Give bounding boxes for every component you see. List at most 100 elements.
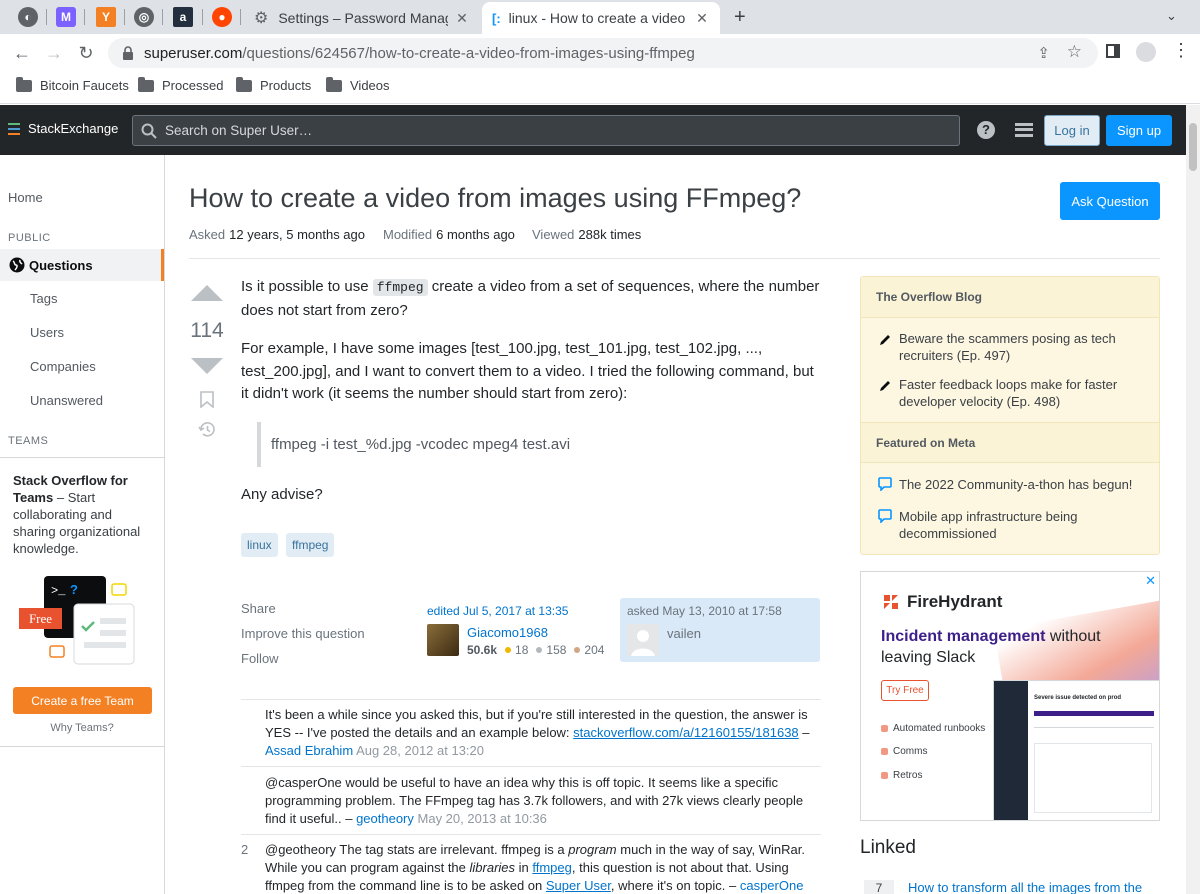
comment-link[interactable]: stackoverflow.com/a/12160155/181638 [573, 725, 799, 740]
upvote-arrow-icon[interactable] [191, 285, 223, 301]
reload-icon[interactable]: ↻ [74, 41, 98, 65]
address-bar[interactable]: superuser.com/questions/624567/how-to-cr… [108, 38, 1098, 68]
pinned-tab-reddit-icon[interactable]: ● [212, 7, 232, 27]
stackexchange-logo[interactable]: Stack Exchange [8, 121, 118, 136]
search-input[interactable] [165, 123, 945, 138]
linked-question-link[interactable]: How to transform all the images from the [908, 880, 1142, 894]
comment-dash: – [802, 725, 810, 740]
comment: @casperOne would be useful to have an id… [265, 774, 813, 828]
tab-separator [240, 9, 241, 25]
comment-date[interactable]: Aug 28, 2012 at 13:20 [356, 743, 484, 758]
nav-users[interactable]: Users [30, 325, 64, 340]
pinned-tab-icon[interactable]: ◐ [18, 7, 38, 27]
comment: @geotheory The tag stats are irrelevant.… [265, 841, 813, 894]
help-icon[interactable]: ? [976, 120, 996, 140]
share-link[interactable]: Share [241, 601, 276, 616]
site-search[interactable] [132, 115, 960, 146]
tab-title: Settings – Password Manager [278, 10, 448, 26]
post-paragraph: Any advise? [241, 486, 323, 503]
share-icon[interactable]: ⇪ [1037, 44, 1050, 62]
logo-text-a: Stack [28, 121, 61, 136]
blog-link[interactable]: Faster feedback loops make for faster de… [899, 376, 1149, 410]
comment-emphasis: libraries [469, 860, 516, 875]
left-sidebar: Home PUBLIC Questions Tags Users Compani… [0, 155, 165, 894]
nav-tags[interactable]: Tags [30, 291, 57, 306]
blog-link[interactable]: Beware the scammers posing as tech recru… [899, 330, 1149, 364]
menu-dots-icon[interactable]: ⋮ [1172, 40, 1190, 61]
comment-user-link[interactable]: Assad Ebrahim [265, 743, 353, 758]
meta-modified: Modified 6 months ago [383, 227, 515, 242]
bookmark-folder[interactable]: Products [236, 76, 311, 93]
bookmark-folder[interactable]: Processed [138, 76, 223, 93]
ad-product-screenshot: Severe issue detected on prod [993, 680, 1159, 820]
tab-settings[interactable]: ⚙ Settings – Password Manager ✕ [244, 2, 480, 34]
bookmark-folder[interactable]: Bitcoin Faucets [16, 76, 129, 93]
gear-icon: ⚙ [254, 10, 269, 27]
ad-feature: Automated runbooks [880, 723, 986, 734]
close-tab-icon[interactable]: ✕ [454, 10, 470, 26]
why-teams-link[interactable]: Why Teams? [0, 722, 164, 734]
bookmark-icon[interactable] [200, 391, 214, 408]
comment-user-link[interactable]: geotheory [356, 811, 414, 826]
create-team-button[interactable]: Create a free Team [13, 687, 152, 714]
edited-timestamp-link[interactable]: edited Jul 5, 2017 at 13:35 [427, 604, 568, 618]
globe-icon [9, 257, 25, 273]
ad-try-free-button[interactable]: Try Free [881, 680, 929, 701]
tab-active-question[interactable]: [: linux - How to create a video fro ✕ [482, 2, 720, 34]
comment-link[interactable]: ffmpeg [532, 860, 572, 875]
profile-avatar-icon[interactable] [1136, 42, 1156, 62]
gold-badge-count: 18 [515, 643, 529, 657]
comment-text: @geotheory The tag stats are irrelevant.… [265, 842, 569, 857]
editor-name-link[interactable]: Giacomo1968 [467, 625, 548, 640]
meta-link[interactable]: The 2022 Community-a-thon has begun! [899, 476, 1149, 493]
meta-value[interactable]: 6 months ago [436, 227, 515, 242]
comment-date[interactable]: May 20, 2013 at 10:36 [418, 811, 547, 826]
nav-companies[interactable]: Companies [30, 359, 96, 374]
meta-value: 12 years, 5 months ago [229, 227, 365, 242]
close-tab-icon[interactable]: ✕ [694, 10, 710, 26]
owner-name[interactable]: vailen [667, 626, 701, 641]
bookmark-folder[interactable]: Videos [326, 76, 390, 93]
pinned-tab-amazon-icon[interactable]: a [173, 7, 193, 27]
page-scrollbar[interactable] [1186, 105, 1200, 894]
tag-linux[interactable]: linux [241, 533, 278, 557]
pinned-tab-ycombinator-icon[interactable]: Y [96, 7, 116, 27]
meta-value: 288k times [578, 227, 642, 242]
pinned-tab-globe-icon[interactable]: ◎ [134, 7, 154, 27]
close-ad-icon[interactable]: ✕ [1145, 573, 1156, 589]
new-tab-icon[interactable]: + [734, 6, 746, 29]
pinned-tab-mail-icon[interactable]: M [56, 7, 76, 27]
nav-unanswered[interactable]: Unanswered [30, 393, 103, 408]
tag-ffmpeg[interactable]: ffmpeg [286, 533, 335, 557]
editor-avatar[interactable] [427, 624, 459, 656]
inline-code: ffmpeg [372, 279, 428, 296]
question-title[interactable]: How to create a video from images using … [189, 183, 801, 214]
ask-question-button[interactable]: Ask Question [1060, 182, 1160, 220]
side-panel-icon[interactable] [1106, 44, 1120, 58]
meta-link[interactable]: Mobile app infrastructure being decommis… [899, 508, 1149, 542]
comment-link[interactable]: Super User [546, 878, 611, 893]
bronze-badge-count: 204 [584, 643, 605, 657]
login-button[interactable]: Log in [1044, 115, 1100, 146]
site-switcher-icon[interactable] [1014, 120, 1034, 140]
owner-avatar[interactable] [627, 624, 659, 656]
tab-search-chevron-icon[interactable]: ⌄ [1166, 8, 1177, 24]
nav-questions[interactable]: Questions [0, 249, 164, 281]
stackexchange-logo-icon [8, 122, 20, 135]
forward-arrow-icon[interactable]: → [42, 41, 66, 65]
history-icon[interactable] [198, 421, 216, 438]
improve-question-link[interactable]: Improve this question [241, 626, 365, 641]
post-paragraph: Is it possible to use ffmpeg create a vi… [241, 276, 821, 322]
advertisement[interactable]: ✕ FireHydrant Incident management withou… [860, 571, 1160, 821]
comment-divider [241, 766, 821, 767]
tab-separator [84, 9, 85, 25]
follow-link[interactable]: Follow [241, 651, 279, 666]
downvote-arrow-icon[interactable] [191, 358, 223, 374]
back-arrow-icon[interactable]: ← [10, 41, 34, 65]
comment-user-link[interactable]: casperOne [740, 878, 804, 893]
nav-home[interactable]: Home [8, 190, 43, 205]
star-bookmark-icon[interactable]: ☆ [1067, 42, 1082, 62]
signup-button[interactable]: Sign up [1106, 115, 1172, 146]
meta-key: Viewed [532, 227, 575, 242]
scrollbar-thumb[interactable] [1189, 123, 1197, 171]
